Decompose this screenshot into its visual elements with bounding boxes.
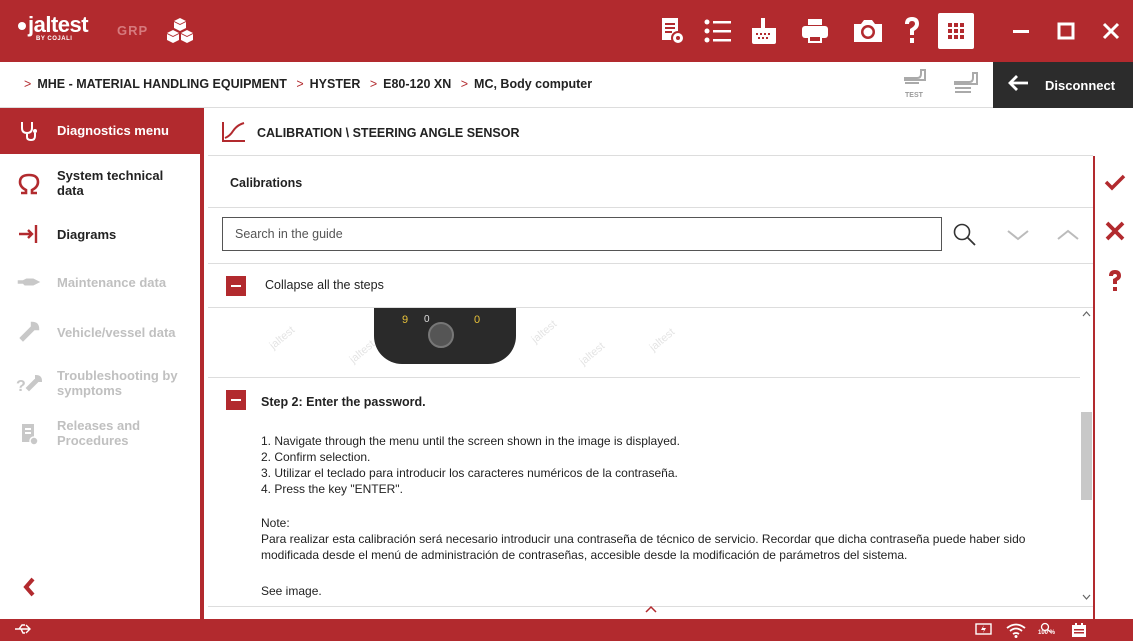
battery-icon [975, 622, 993, 641]
accept-check-icon[interactable] [1095, 173, 1133, 191]
breadcrumb-item[interactable]: MHE - MATERIAL HANDLING EQUIPMENT [37, 77, 287, 91]
main-panel: CALIBRATION \ STEERING ANGLE SENSOR Cali… [208, 108, 1093, 619]
chevron-right-icon: > [24, 77, 32, 91]
sidebar-item-troubleshooting: ? Troubleshooting by symptoms [16, 368, 178, 398]
chevron-right-icon: > [460, 77, 469, 91]
grp-label: GRP [117, 23, 149, 38]
device-image: 9 0 0 [374, 308, 516, 364]
chevron-down-icon[interactable] [1003, 220, 1033, 250]
collapse-minus-icon[interactable] [226, 276, 246, 296]
search-row [208, 208, 1093, 264]
sidebar-item-diagnostics-menu[interactable]: Diagnostics menu [0, 108, 200, 154]
chevron-right-icon: > [369, 77, 378, 91]
help-icon[interactable] [895, 14, 929, 48]
sidebar-item-maintenance-data: Maintenance data [0, 268, 200, 296]
sidebar-item-releases-procedures: Releases and Procedures [0, 416, 200, 452]
breadcrumb-item[interactable]: HYSTER [310, 77, 361, 91]
step-line: 2. Confirm selection. [261, 450, 371, 464]
jaltest-logo: jaltest BY COJALI [18, 12, 89, 42]
step-line: 3. Utilizar el teclado para introducir l… [261, 466, 678, 480]
apps-grid-icon[interactable] [938, 13, 974, 49]
connector-icon[interactable] [747, 14, 781, 48]
note-label: Note: [261, 516, 290, 530]
document-icon [16, 422, 42, 446]
wifi-icon [1006, 622, 1026, 641]
search-input[interactable] [222, 217, 942, 251]
watermark: jaltest [529, 318, 560, 346]
arrow-left-icon [1007, 74, 1029, 97]
scroll-top-chevron-icon[interactable] [644, 605, 658, 616]
breadcrumb-item[interactable]: E80-120 XN [383, 77, 451, 91]
sidebar-item-vehicle-vessel-data: Vehicle/vessel data [0, 318, 200, 346]
section-title: Calibrations [230, 176, 303, 190]
collapse-all-label: Collapse all the steps [265, 278, 384, 292]
content-scrollbar[interactable] [1080, 308, 1093, 604]
search-icon[interactable] [950, 220, 980, 250]
minimize-icon[interactable] [998, 0, 1043, 62]
camera-icon[interactable] [851, 14, 885, 48]
sidebar-item-diagrams[interactable]: Diagrams [0, 220, 200, 248]
svg-text:?: ? [16, 378, 26, 395]
step-collapse-minus-icon[interactable] [226, 390, 246, 410]
sidebar: Diagnostics menu System technical data D… [0, 108, 204, 619]
calendar-icon [1071, 622, 1087, 641]
breadcrumb-item[interactable]: MC, Body computer [474, 77, 592, 91]
collapse-all-row[interactable]: Collapse all the steps [208, 264, 1093, 308]
cancel-x-icon[interactable] [1095, 221, 1133, 241]
guide-content: 9 0 0 jaltest jaltest jaltest jaltest ja… [208, 308, 1093, 612]
stethoscope-icon [16, 120, 42, 142]
zoom-icon[interactable]: 100 % [1038, 620, 1056, 638]
sidebar-item-system-technical-data[interactable]: System technical data [0, 166, 200, 202]
chevron-up-icon[interactable] [1053, 220, 1083, 250]
page-title: CALIBRATION \ STEERING ANGLE SENSOR [257, 126, 520, 140]
maximize-icon[interactable] [1043, 0, 1088, 62]
page-title-bar: CALIBRATION \ STEERING ANGLE SENSOR [208, 108, 1093, 156]
back-chevron-icon[interactable] [22, 574, 36, 605]
knob-icon [428, 322, 454, 348]
status-bar: 100 % [0, 619, 1133, 641]
usb-icon [14, 622, 32, 641]
watermark: jaltest [577, 340, 608, 368]
diagram-icon [16, 223, 42, 245]
report-icon[interactable] [655, 14, 689, 48]
disconnect-button[interactable]: Disconnect [993, 62, 1133, 108]
step-title: Step 2: Enter the password. [261, 395, 426, 409]
watermark: jaltest [347, 338, 378, 366]
close-icon[interactable] [1088, 0, 1133, 62]
step-instructions: 1. Navigate through the menu until the s… [261, 433, 680, 497]
section-header: Calibrations [208, 156, 1093, 208]
oil-can-icon [16, 274, 42, 290]
calibration-curve-icon [220, 120, 246, 149]
cubes-icon[interactable] [165, 16, 195, 51]
scrollbar-thumb[interactable] [1081, 412, 1092, 500]
chevron-right-icon: > [296, 77, 304, 91]
watermark: jaltest [267, 324, 298, 352]
test-connection-icon[interactable]: TEST [903, 68, 929, 99]
see-image-text: See image. [261, 584, 322, 598]
step-line: 1. Navigate through the menu until the s… [261, 434, 680, 448]
print-icon[interactable] [798, 14, 832, 48]
action-column [1093, 156, 1133, 619]
list-icon[interactable] [701, 14, 735, 48]
wrench-icon [16, 321, 42, 343]
connection-icon [953, 70, 981, 101]
scroll-down-icon[interactable] [1082, 593, 1091, 602]
note-text: Para realizar esta calibración será nece… [261, 532, 1026, 562]
omega-icon [16, 172, 42, 196]
top-bar: jaltest BY COJALI GRP [0, 0, 1133, 62]
scroll-up-icon[interactable] [1082, 310, 1091, 319]
help-question-icon[interactable] [1095, 269, 1133, 293]
step-line: 4. Press the key "ENTER". [261, 482, 403, 496]
troubleshoot-icon: ? [16, 374, 42, 396]
watermark: jaltest [647, 326, 678, 354]
note-block: Note: Para realizar esta calibración ser… [261, 515, 1071, 563]
